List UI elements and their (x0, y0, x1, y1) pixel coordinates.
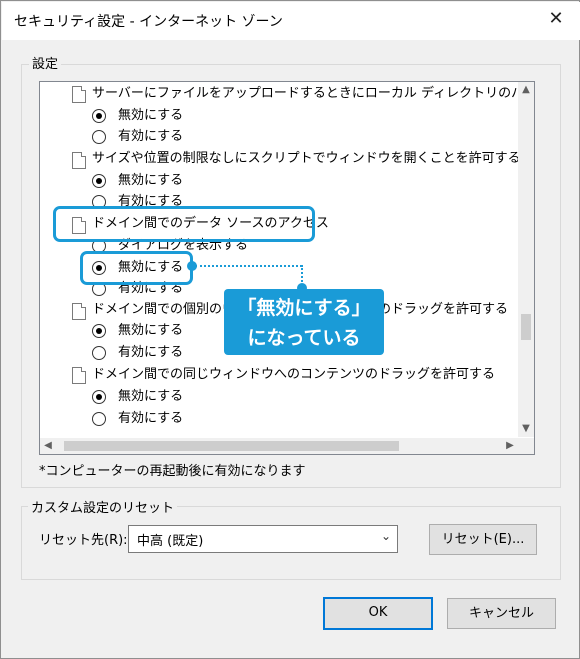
highlight-option-box (80, 251, 193, 285)
radio-selected[interactable] (92, 324, 106, 338)
reset-group-label: カスタム設定のリセット (28, 497, 178, 516)
vertical-scrollbar[interactable]: ▲ ▼ (518, 82, 534, 437)
option-label: 無効にする (118, 389, 184, 404)
scroll-left-icon[interactable]: ◀ (40, 438, 56, 454)
horizontal-scroll-thumb[interactable] (64, 441, 399, 451)
radio-selected[interactable] (92, 174, 106, 188)
close-icon[interactable]: ✕ (546, 8, 566, 29)
option-label: 無効にする (118, 323, 184, 338)
setting-document-icon (72, 367, 86, 384)
cancel-button[interactable]: キャンセル (447, 598, 556, 629)
setting-label: ドメイン間での同じウィンドウへのコンテンツのドラッグを許可する (92, 367, 496, 382)
restart-note: *コンピューターの再起動後に有効になります (39, 464, 306, 479)
setting-document-icon (72, 152, 86, 169)
scroll-right-icon[interactable]: ▶ (502, 438, 518, 454)
scrollbar-corner (518, 438, 534, 454)
reset-to-label: リセット先(R): (39, 533, 128, 548)
window-title: セキュリティ設定 - インターネット ゾーン (14, 14, 283, 30)
callout-line-2: になっている (247, 327, 361, 349)
scroll-up-icon[interactable]: ▲ (518, 82, 534, 98)
title-bar: セキュリティ設定 - インターネット ゾーン ✕ (2, 2, 580, 40)
callout-line-1: 「無効にする」 (237, 297, 371, 319)
radio-unselected[interactable] (92, 130, 106, 144)
radio-unselected[interactable] (92, 346, 106, 360)
scroll-down-icon[interactable]: ▼ (518, 421, 534, 437)
setting-document-icon (72, 86, 86, 103)
reset-level-select[interactable]: 中高 (既定) ⌄ (128, 525, 398, 553)
chevron-down-icon[interactable]: ⌄ (381, 529, 391, 543)
annotation-callout: 「無効にする」 になっている (224, 289, 384, 355)
annotation-dot (187, 261, 197, 271)
annotation-leader-line (195, 265, 302, 267)
horizontal-scrollbar[interactable]: ◀ ▶ (40, 438, 518, 454)
option-label: 有効にする (118, 345, 184, 360)
settings-group-label: 設定 (29, 53, 62, 72)
option-label: 無効にする (118, 173, 184, 188)
radio-selected[interactable] (92, 109, 106, 123)
radio-selected[interactable] (92, 390, 106, 404)
highlight-setting-box (53, 206, 315, 242)
option-label: 有効にする (118, 129, 184, 144)
vertical-scroll-thumb[interactable] (521, 314, 531, 340)
setting-label: サイズや位置の制限なしにスクリプトでウィンドウを開くことを許可する (92, 151, 518, 166)
reset-level-value: 中高 (既定) (137, 534, 204, 549)
setting-document-icon (72, 303, 86, 320)
option-label: 有効にする (118, 411, 184, 426)
ok-button[interactable]: OK (323, 597, 433, 630)
radio-unselected[interactable] (92, 412, 106, 426)
option-label: 無効にする (118, 108, 184, 123)
setting-label: サーバーにファイルをアップロードするときにローカル ディレクトリのパスを含める (92, 86, 518, 101)
reset-button[interactable]: リセット(E)... (429, 524, 537, 555)
